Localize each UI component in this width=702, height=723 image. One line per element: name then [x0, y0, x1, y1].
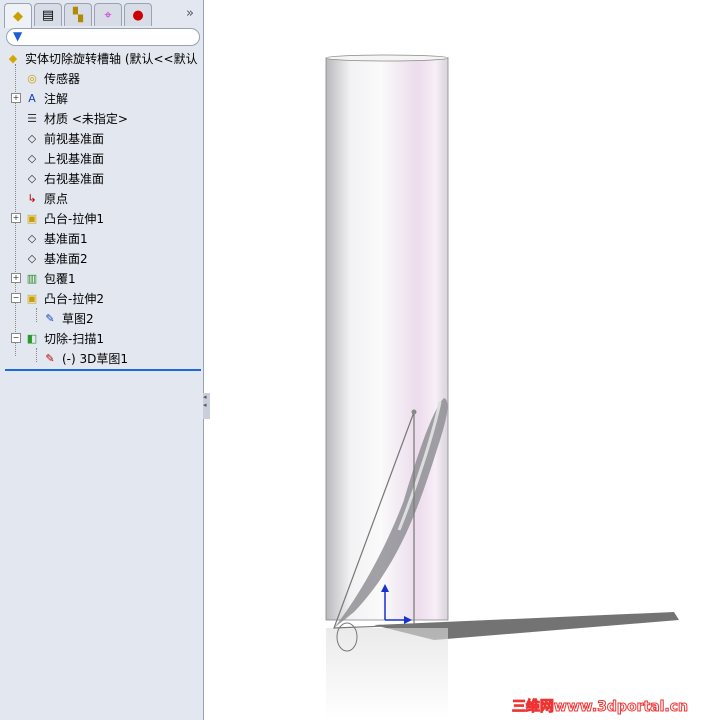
- tree-item-label: 前视基准面: [44, 131, 105, 146]
- panel-tabs: ◆ ▤ ▚ ⌖ ●: [4, 3, 152, 28]
- watermark: 三维网www.3dportal.cn: [511, 699, 688, 716]
- feature-manager-icon: ◆: [13, 8, 23, 24]
- reflection: [326, 628, 448, 720]
- tree-item[interactable]: ◇ 基准面2: [24, 248, 88, 268]
- property-manager-icon: ▤: [41, 7, 55, 23]
- tree-item-label: 原点: [44, 191, 69, 206]
- tree-filter-input[interactable]: ▼: [6, 28, 200, 46]
- plane-icon: ◇: [27, 151, 37, 165]
- feature-manager-panel: ◆ ▤ ▚ ⌖ ● » ▼ ◆ 实体切除旋转槽轴 (默认<<默认 ◎ 传感器 + A 注解…: [0, 0, 210, 720]
- plane-icon: ◇: [27, 231, 37, 245]
- graphics-viewport[interactable]: 三维网www.3dportal.cn: [204, 0, 702, 720]
- extrude-icon: ▣: [26, 211, 38, 225]
- tree-item[interactable]: ◇ 前视基准面: [24, 128, 104, 148]
- tree-item[interactable]: ◇ 基准面1: [24, 228, 88, 248]
- tree-item-label: 包覆1: [44, 271, 76, 286]
- expand-toggle[interactable]: −: [11, 333, 21, 343]
- more-tabs-button[interactable]: »: [186, 6, 194, 21]
- display-manager-icon: ●: [132, 7, 144, 23]
- tree-item[interactable]: ◧ 切除-扫描1: [24, 328, 104, 348]
- tree-item[interactable]: ✎ (-) 3D草图1: [42, 348, 128, 368]
- tree-item[interactable]: ↳ 原点: [24, 188, 68, 208]
- tree-item-label: 上视基准面: [44, 151, 105, 166]
- tree-item[interactable]: ▣ 凸台-拉伸2: [24, 288, 104, 308]
- expand-toggle[interactable]: −: [11, 293, 21, 303]
- extrude-icon: ▣: [26, 291, 38, 305]
- tree-item-label: 基准面2: [44, 251, 88, 266]
- cylinder-body: [325, 57, 449, 621]
- tree-item-label: 凸台-拉伸1: [44, 211, 104, 226]
- tree-item-label: 基准面1: [44, 231, 88, 246]
- tree-item[interactable]: ▥ 包覆1: [24, 268, 76, 288]
- tree-item-label: 材质 <未指定>: [44, 111, 128, 126]
- rollback-bar[interactable]: [5, 369, 201, 371]
- tree-item-label: 注解: [44, 91, 69, 106]
- material-icon: ☰: [27, 111, 37, 125]
- tree-item[interactable]: ▣ 凸台-拉伸1: [24, 208, 104, 228]
- tab-property-manager[interactable]: ▤: [34, 3, 62, 26]
- expand-toggle[interactable]: +: [11, 93, 21, 103]
- expand-toggle[interactable]: +: [11, 213, 21, 223]
- tree-item-label: 凸台-拉伸2: [44, 291, 104, 306]
- tab-configuration-manager[interactable]: ▚: [64, 3, 92, 26]
- tree-item[interactable]: A 注解: [24, 88, 68, 108]
- cut-sweep-icon: ◧: [26, 331, 38, 345]
- tree-item-label: 右视基准面: [44, 171, 105, 186]
- tree-item-label: 切除-扫描1: [44, 331, 104, 346]
- filter-icon: ▼: [13, 29, 23, 43]
- tree-item[interactable]: ◎ 传感器: [24, 68, 80, 88]
- expand-toggle[interactable]: +: [11, 273, 21, 283]
- tree-item[interactable]: ✎ 草图2: [42, 308, 94, 328]
- plane-icon: ◇: [27, 131, 37, 145]
- annotation-icon: A: [28, 91, 36, 105]
- tree-item-label: (-) 3D草图1: [62, 351, 129, 366]
- tree-item[interactable]: ◇ 上视基准面: [24, 148, 104, 168]
- tree-root[interactable]: ◆ 实体切除旋转槽轴 (默认<<默认: [5, 48, 198, 68]
- tab-feature-manager[interactable]: ◆: [4, 3, 32, 28]
- plane-icon: ◇: [27, 251, 37, 265]
- wrap-icon: ▥: [26, 271, 38, 285]
- part-icon: ◆: [8, 51, 18, 65]
- tree-item[interactable]: ◇ 右视基准面: [24, 168, 104, 188]
- root-label: 实体切除旋转槽轴 (默认<<默认: [25, 51, 198, 66]
- sensor-icon: ◎: [27, 71, 37, 85]
- tab-dimxpert[interactable]: ⌖: [94, 3, 122, 26]
- tree-item-label: 草图2: [62, 311, 94, 326]
- tree-item-label: 传感器: [44, 71, 81, 86]
- configuration-manager-icon: ▚: [73, 7, 83, 23]
- tab-display-manager[interactable]: ●: [124, 3, 152, 26]
- origin-icon: ↳: [27, 191, 37, 205]
- model-view: [325, 54, 679, 720]
- tree-item[interactable]: ☰ 材质 <未指定>: [24, 108, 128, 128]
- sketch-icon: ✎: [45, 311, 55, 325]
- dimxpert-icon: ⌖: [104, 7, 112, 23]
- 3d-sketch-icon: ✎: [45, 351, 55, 365]
- plane-icon: ◇: [27, 171, 37, 185]
